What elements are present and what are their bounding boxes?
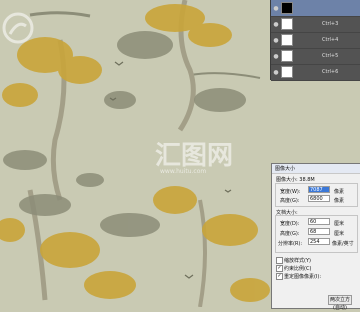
doc-width-label: 宽度(D): xyxy=(280,221,300,227)
scale-styles-label: 缩放样式(Y) xyxy=(284,258,311,264)
doc-width-input[interactable]: 60 xyxy=(308,218,330,225)
image-size-label: 图像大小: 38.8M xyxy=(276,177,315,183)
channel-thumbnail xyxy=(281,66,293,78)
scale-styles-checkbox[interactable] xyxy=(276,257,283,264)
channel-shortcut: Ctrl+5 xyxy=(322,53,339,59)
eye-icon[interactable]: ● xyxy=(271,21,281,28)
pixel-height-input[interactable]: 6800 xyxy=(308,195,330,202)
channel-row[interactable]: ● Ctrl+5 xyxy=(271,48,360,65)
channel-thumbnail xyxy=(281,18,293,30)
channel-thumbnail xyxy=(281,50,293,62)
doc-height-label: 高度(G): xyxy=(280,231,300,237)
document-canvas[interactable]: 汇图网 www.huitu.com xyxy=(0,0,270,307)
channel-shortcut: Ctrl+6 xyxy=(322,69,339,75)
resample-label: 重定图像像素(I): xyxy=(284,274,322,280)
resolution-label: 分辨率(R): xyxy=(278,241,303,247)
pixel-width-input[interactable]: 7087 xyxy=(308,186,330,193)
channel-shortcut: Ctrl+4 xyxy=(322,37,339,43)
channel-shortcut: Ctrl+3 xyxy=(322,21,339,27)
eye-icon[interactable]: ● xyxy=(271,5,281,12)
eye-icon[interactable]: ● xyxy=(271,69,281,76)
resolution-unit[interactable]: 像素/英寸 xyxy=(332,240,354,247)
channel-row[interactable]: ● xyxy=(271,0,360,17)
resolution-input[interactable]: 254 xyxy=(308,238,330,245)
watermark-text: 汇图网 xyxy=(155,141,234,171)
channel-row[interactable]: ● Ctrl+3 xyxy=(271,16,360,33)
channels-panel: ● ● Ctrl+3 ● Ctrl+4 ● Ctrl+5 ● Ctrl+6 xyxy=(270,0,360,81)
channel-thumbnail xyxy=(281,2,293,14)
dialog-title: 图像大小 xyxy=(272,164,360,174)
width-unit[interactable]: 像素 xyxy=(334,188,344,195)
channel-thumbnail xyxy=(281,34,293,46)
channel-row[interactable]: ● Ctrl+6 xyxy=(271,64,360,81)
eye-icon[interactable]: ● xyxy=(271,37,281,44)
height-label: 高度(G): xyxy=(280,198,300,204)
width-label: 宽度(W): xyxy=(280,189,301,195)
watermark-url: www.huitu.com xyxy=(160,168,207,175)
doc-height-input[interactable]: 68 xyxy=(308,228,330,235)
constrain-label: 约束比例(C) xyxy=(284,266,312,272)
resample-method-select[interactable]: 两次立方 (自动) xyxy=(328,295,352,311)
watermark-logo xyxy=(2,12,34,44)
channel-row[interactable]: ● Ctrl+4 xyxy=(271,32,360,49)
doc-width-unit[interactable]: 厘米 xyxy=(334,220,344,227)
image-size-dialog: 图像大小 图像大小: 38.8M 宽度(W): 7087 像素 高度(G): 6… xyxy=(271,163,360,311)
resample-checkbox[interactable]: ✓ xyxy=(276,273,283,280)
height-unit[interactable]: 像素 xyxy=(334,197,344,204)
eye-icon[interactable]: ● xyxy=(271,53,281,60)
doc-height-unit[interactable]: 厘米 xyxy=(334,230,344,237)
constrain-checkbox[interactable]: ✓ xyxy=(276,265,283,272)
